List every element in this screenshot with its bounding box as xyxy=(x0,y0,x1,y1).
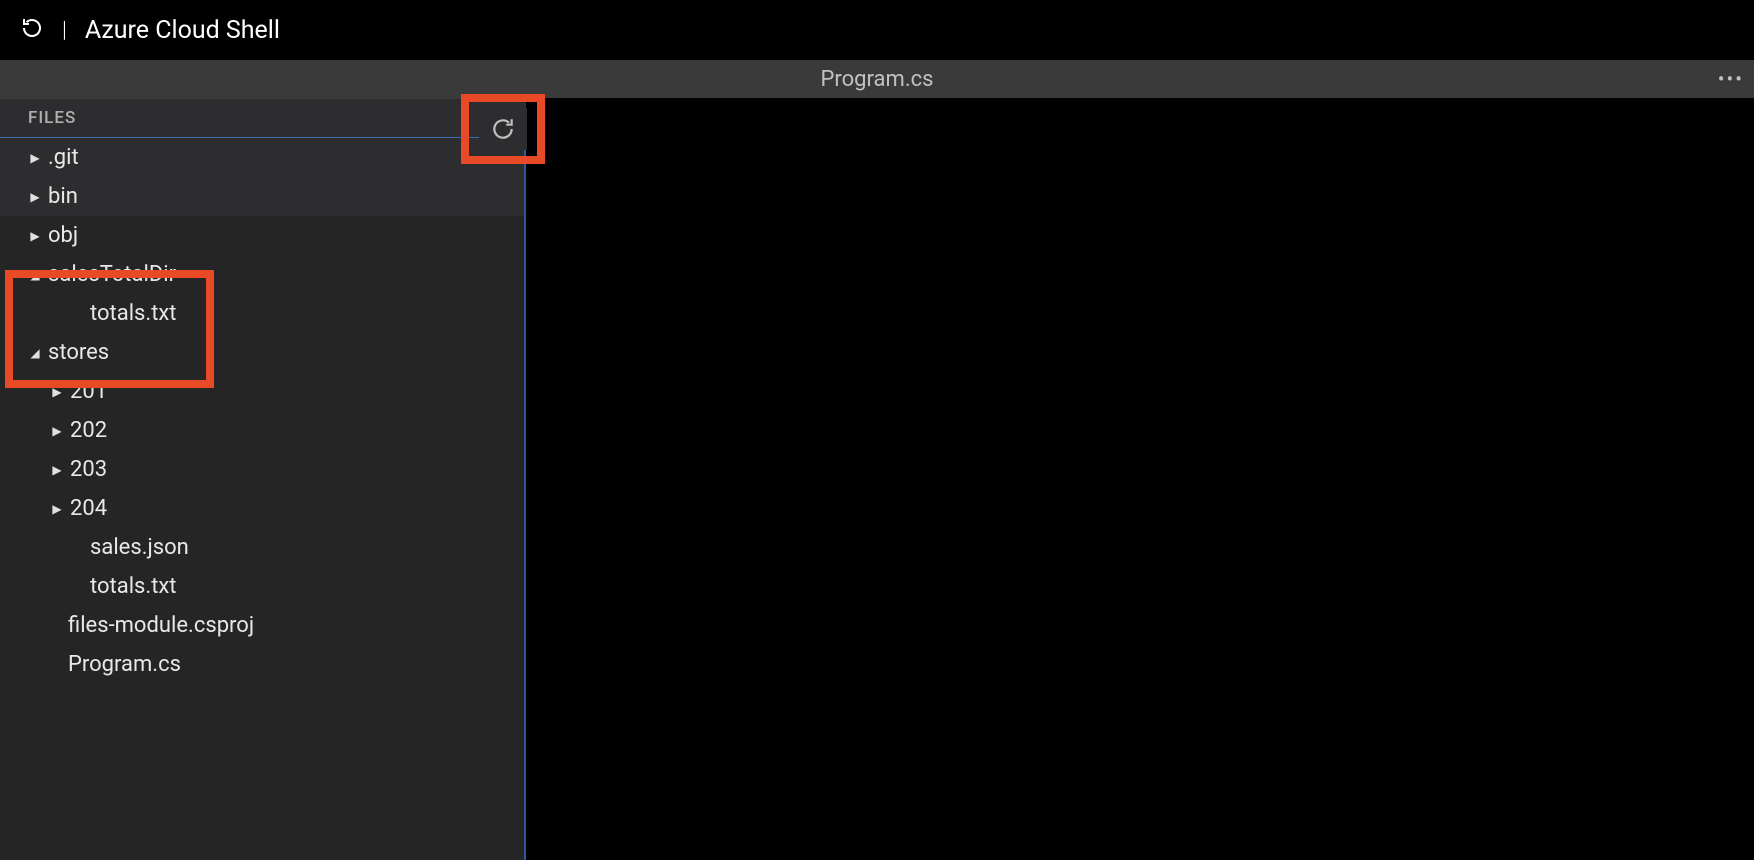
tree-item[interactable]: ▶ .git xyxy=(0,138,526,177)
refresh-icon[interactable] xyxy=(20,16,44,44)
main-area: FILES ▶.git▶bin▶obj◢salesTotalDir▶totals… xyxy=(0,98,1754,860)
highlight-refresh-button xyxy=(461,94,545,164)
tree-item-label: 202 xyxy=(70,418,107,443)
tree-item[interactable]: ▶ 201 xyxy=(0,372,526,411)
tree-item[interactable]: ▶totals.txt xyxy=(0,294,526,333)
tree-item-label: totals.txt xyxy=(90,574,177,599)
tree-item[interactable]: ▶totals.txt xyxy=(0,567,526,606)
tree-item-label: 201 xyxy=(70,379,107,404)
sidebar-divider xyxy=(524,138,526,860)
tree-item-label: 204 xyxy=(70,496,107,521)
chevron-right-icon: ▶ xyxy=(50,424,64,438)
tree-item-label: totals.txt xyxy=(90,301,177,326)
chevron-down-icon: ◢ xyxy=(28,268,42,282)
tree-item-label: salesTotalDir xyxy=(48,262,176,287)
app-header: | Azure Cloud Shell xyxy=(0,0,1754,60)
tree-item[interactable]: ▶files-module.csproj xyxy=(0,606,526,645)
refresh-icon xyxy=(490,116,516,142)
files-header: FILES xyxy=(0,98,526,138)
tree-item-label: sales.json xyxy=(90,535,189,560)
file-explorer-sidebar: FILES ▶.git▶bin▶obj◢salesTotalDir▶totals… xyxy=(0,98,526,860)
tree-item-label: bin xyxy=(48,184,78,209)
tree-item[interactable]: ▶ 204 xyxy=(0,489,526,528)
tree-item-label: 203 xyxy=(70,457,107,482)
tree-item[interactable]: ▶sales.json xyxy=(0,528,526,567)
tree-item-label: .git xyxy=(48,145,79,170)
tab-bar: Program.cs ••• xyxy=(0,60,1754,98)
tree-item[interactable]: ◢ stores xyxy=(0,333,526,372)
chevron-right-icon: ▶ xyxy=(28,229,42,243)
chevron-down-icon: ◢ xyxy=(28,346,42,360)
tree-item[interactable]: ▶ bin xyxy=(0,177,526,216)
tree-item-label: stores xyxy=(48,340,109,365)
file-tree[interactable]: ▶.git▶bin▶obj◢salesTotalDir▶totals.txt◢s… xyxy=(0,138,526,860)
chevron-right-icon: ▶ xyxy=(50,502,64,516)
refresh-files-button[interactable] xyxy=(479,108,527,150)
tab-active-file[interactable]: Program.cs xyxy=(821,67,934,92)
tree-item-label: Program.cs xyxy=(68,652,181,677)
editor-area[interactable] xyxy=(526,98,1754,860)
tree-item[interactable]: ▶ 202 xyxy=(0,411,526,450)
tree-item[interactable]: ▶ obj xyxy=(0,216,526,255)
chevron-right-icon: ▶ xyxy=(28,151,42,165)
tree-item[interactable]: ◢ salesTotalDir xyxy=(0,255,526,294)
header-divider: | xyxy=(62,18,67,43)
app-title: Azure Cloud Shell xyxy=(85,16,280,45)
tree-item-label: files-module.csproj xyxy=(68,613,254,638)
more-icon[interactable]: ••• xyxy=(1718,67,1744,91)
chevron-right-icon: ▶ xyxy=(50,463,64,477)
files-header-label: FILES xyxy=(28,108,76,128)
chevron-right-icon: ▶ xyxy=(28,190,42,204)
tree-item[interactable]: ▶Program.cs xyxy=(0,645,526,684)
chevron-right-icon: ▶ xyxy=(50,385,64,399)
tree-item[interactable]: ▶ 203 xyxy=(0,450,526,489)
tree-item-label: obj xyxy=(48,223,78,248)
